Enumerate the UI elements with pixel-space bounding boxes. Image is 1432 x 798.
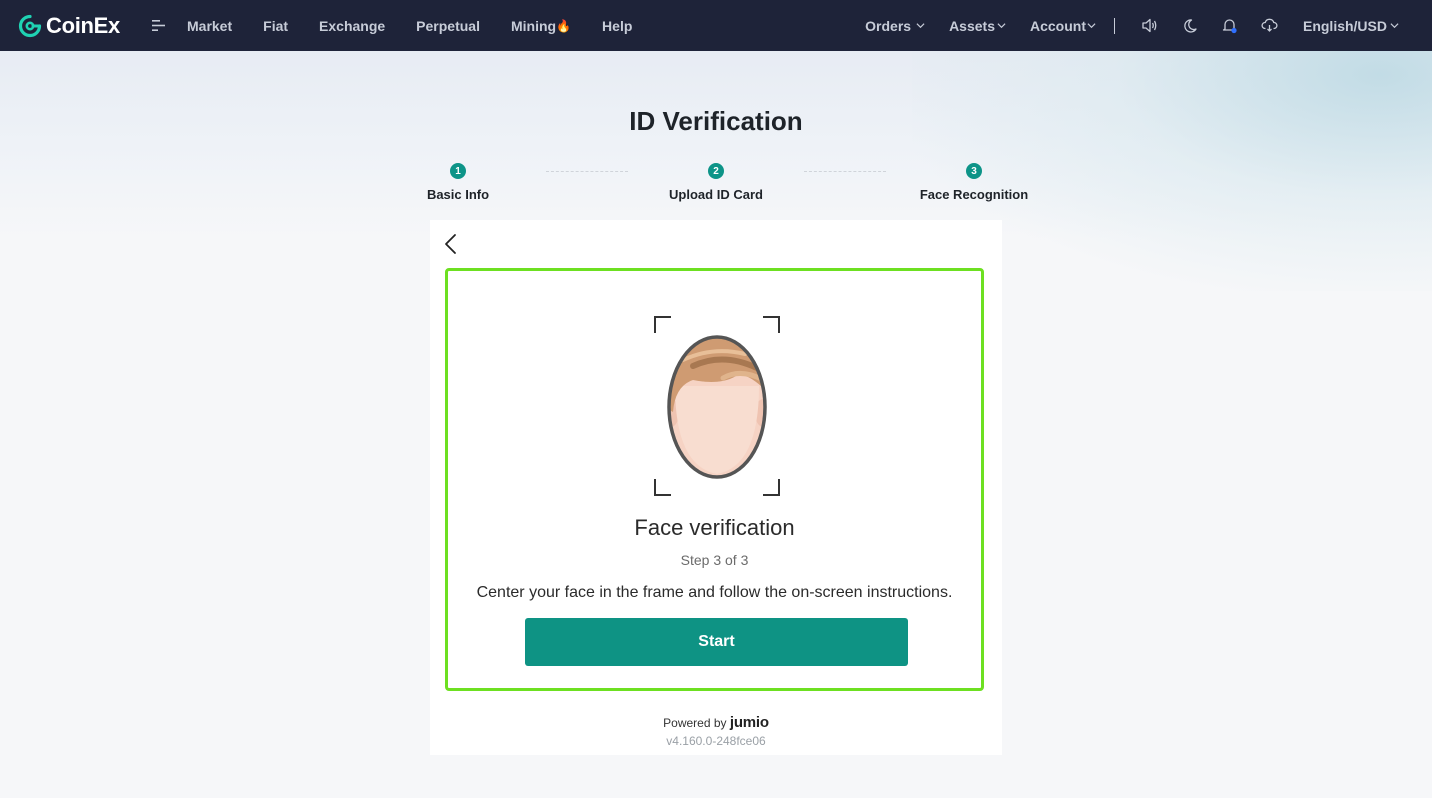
face-illustration [653, 316, 781, 496]
powered-by-label: Powered by [663, 716, 727, 730]
logo-text: CoinEx [46, 12, 120, 38]
assets-label: Assets [949, 17, 995, 34]
coinex-logo[interactable]: CoinEx [18, 11, 130, 41]
account-label: Account [1029, 17, 1086, 34]
menu-icon[interactable] [150, 18, 166, 34]
step-connector [546, 171, 628, 172]
page-title: ID Verification [629, 106, 803, 136]
powered-by: Powered by jumio [430, 714, 1002, 731]
chevron-down-icon [997, 23, 1006, 29]
step-upload-id: 2 Upload ID Card [660, 163, 772, 202]
face-verification-title: Face verification [634, 515, 795, 540]
nav-exchange[interactable]: Exchange [319, 18, 385, 34]
step-label: Basic Info [426, 187, 490, 202]
speaker-icon[interactable] [1141, 17, 1159, 35]
step-number: 1 [450, 163, 466, 179]
step-indicator-text: Step 3 of 3 [680, 552, 749, 568]
step-basic-info: 1 Basic Info [422, 163, 494, 202]
nav-perpetual[interactable]: Perpetual [416, 18, 480, 34]
step-connector [804, 171, 886, 172]
chevron-down-icon [1087, 23, 1096, 29]
nav-mining[interactable]: Mining 🔥 [511, 18, 571, 34]
start-button[interactable]: Start [525, 618, 908, 666]
step-label: Face Recognition [919, 187, 1029, 202]
step-number: 3 [966, 163, 982, 179]
bell-icon[interactable] [1221, 17, 1239, 35]
nav-fiat[interactable]: Fiat [263, 18, 288, 34]
language-label: English/USD [1302, 17, 1387, 34]
language-dropdown[interactable]: English/USD [1303, 18, 1399, 34]
moon-icon[interactable] [1181, 17, 1199, 35]
fire-icon: 🔥 [556, 18, 572, 33]
face-verification-panel: Face verification Step 3 of 3 Center you… [445, 268, 984, 691]
version-text: v4.160.0-248fce06 [666, 734, 766, 748]
download-icon[interactable] [1261, 17, 1279, 35]
coinex-logo-icon [18, 14, 42, 37]
top-navbar: CoinEx Market Fiat Exchange Perpetual Mi… [0, 0, 1432, 51]
orders-label: Orders [865, 17, 912, 34]
instructions-text: Center your face in the frame and follow… [476, 584, 953, 601]
nav-help[interactable]: Help [602, 18, 632, 34]
assets-dropdown[interactable]: Assets [949, 18, 1006, 34]
jumio-logo: jumio [729, 714, 769, 731]
chevron-down-icon [916, 23, 925, 29]
nav-mining-label: Mining [510, 17, 557, 34]
back-arrow-icon[interactable] [444, 233, 458, 255]
verification-card: Face verification Step 3 of 3 Center you… [430, 220, 1002, 755]
nav-market[interactable]: Market [187, 18, 232, 34]
nav-divider [1113, 17, 1115, 34]
step-face-recognition: 3 Face Recognition [896, 163, 1052, 202]
account-dropdown[interactable]: Account [1030, 18, 1096, 34]
step-label: Upload ID Card [669, 187, 763, 202]
orders-dropdown[interactable]: Orders [865, 18, 925, 34]
step-number: 2 [708, 163, 724, 179]
chevron-down-icon [1390, 23, 1399, 29]
